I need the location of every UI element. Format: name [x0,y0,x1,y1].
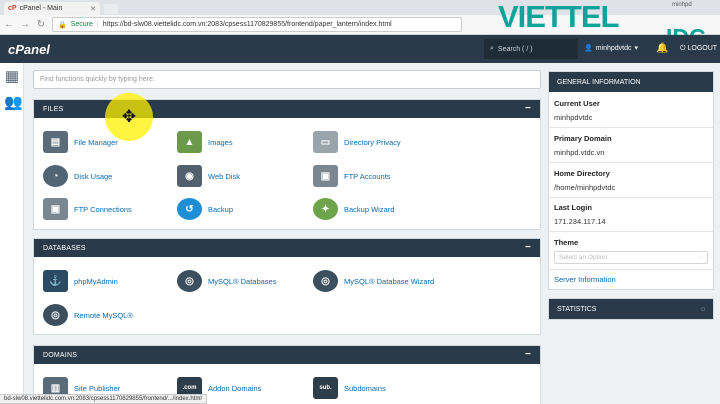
remote-database-icon: ◎ [43,304,68,326]
domains-title: DOMAINS [43,351,78,359]
ftp-truck-icon: ▣ [313,165,338,187]
home-grid-icon[interactable]: ▦ [4,69,20,85]
web-disk-icon: ◉ [177,165,202,187]
phpmyadmin-icon: ⚓ [43,270,68,292]
last-login-label: Last Login [554,203,592,212]
user-menu-button[interactable]: 👤 minhpdvtdc ▾ [584,44,639,53]
url-input[interactable]: 🔒 Secure | https://bd-slw08.viettelidc.c… [52,17,462,32]
statistics-title: STATISTICS [557,305,597,313]
user-icon: 👤 [584,45,593,52]
browser-tab[interactable]: cP cPanel - Main ✕ [4,2,100,15]
theme-label: Theme [554,238,579,247]
files-title: FILES [43,105,64,113]
quick-find-input[interactable]: Find functions quickly by typing here. [33,70,541,89]
file-manager-icon: ▤ [43,131,68,153]
divider [549,269,713,270]
divider [549,162,713,163]
reload-icon[interactable]: ↻ [36,19,46,30]
cpanel-favicon-icon: cP [8,5,17,12]
home-directory-label: Home Directory [554,169,610,178]
topbar-search-input[interactable]: ⌕ Search ( / ) [484,39,578,59]
disk-usage-link[interactable]: ◔ Disk Usage [43,165,112,187]
file-manager-link[interactable]: ▤ File Manager [43,131,118,153]
chevron-down-icon: ▾ [634,45,639,52]
directory-privacy-link[interactable]: ▭ Directory Privacy [313,131,401,153]
url-text: https://bd-slw08.viettelidc.com.vn:2083/… [102,21,392,28]
divider [549,127,713,128]
back-icon[interactable]: ← [4,19,14,30]
search-placeholder: Search ( / ) [497,45,533,53]
new-tab-button[interactable] [104,4,118,14]
left-icon-rail: ▦ 👥 [0,63,24,404]
theme-select-placeholder: Select an Option [559,254,608,261]
ftp-accounts-link[interactable]: ▣ FTP Accounts [313,165,391,187]
backup-wizard-icon: ✦ [313,198,338,220]
collapse-icon[interactable]: − [525,104,531,114]
close-tab-icon[interactable]: ✕ [90,5,96,13]
home-directory-value: /home/minhpdvtdc [554,183,616,192]
database-icon: ◎ [177,270,202,292]
phpmyadmin-link[interactable]: ⚓ phpMyAdmin [43,270,118,292]
notification-bell-icon[interactable]: 🔔 [656,43,668,54]
current-user-value: minhpdvtdc [554,113,593,122]
divider [549,231,713,232]
domains-panel-header[interactable]: DOMAINS − [34,346,540,364]
loading-spinner-icon: ◌ [700,305,705,313]
statistics-panel: STATISTICS ◌ [548,298,714,320]
general-information-header: GENERAL INFORMATION [549,72,713,92]
statistics-header: STATISTICS ◌ [549,299,713,319]
secure-label: Secure [70,21,93,28]
last-login-value: 171.234.117.14 [554,217,606,226]
primary-domain-label: Primary Domain [554,134,612,143]
cpanel-topbar: cPanel ⌕ Search ( / ) 👤 minhpdvtdc ▾ 🔔 ⏻… [0,35,720,63]
forward-icon[interactable]: → [20,19,30,30]
mysql-database-wizard-link[interactable]: ◎ MySQL® Database Wizard [313,270,434,292]
primary-domain-value: minhpd.vtdc.vn [554,148,605,157]
move-cursor-icon: ✥ [105,93,153,141]
subdomains-icon: sub. [313,377,338,399]
quick-find-placeholder: Find functions quickly by typing here. [40,76,155,83]
databases-panel-header[interactable]: DATABASES − [34,239,540,257]
collapse-icon[interactable]: − [525,350,531,360]
current-user-label: Current User [554,99,600,108]
collapse-icon[interactable]: − [525,243,531,253]
user-name: minhpdvtdc [595,44,632,52]
divider [549,197,713,198]
ftp-connections-link[interactable]: ▣ FTP Connections [43,198,132,220]
browser-status-bar: bd-slw08.viettelidc.com.vn:2083/cpsess11… [0,394,207,404]
cpanel-logo[interactable]: cPanel [8,42,50,57]
logout-button[interactable]: ⏻ LOGOUT [680,45,717,53]
disk-usage-icon: ◔ [43,165,68,187]
users-icon[interactable]: 👥 [4,95,23,111]
mysql-databases-link[interactable]: ◎ MySQL® Databases [177,270,276,292]
lock-icon: 🔒 [58,21,67,29]
backup-link[interactable]: ↺ Backup [177,198,233,220]
web-disk-link[interactable]: ◉ Web Disk [177,165,240,187]
database-wizard-icon: ◎ [313,270,338,292]
brand-line1: VIETTEL [498,0,619,34]
general-information-panel: GENERAL INFORMATION Current User minhpdv… [548,71,714,290]
images-icon: ▲ [177,131,202,153]
databases-panel: DATABASES − ⚓ phpMyAdmin ◎ MySQL® Databa… [33,238,541,335]
backup-icon: ↺ [177,198,202,220]
ftp-connections-icon: ▣ [43,198,68,220]
backup-wizard-link[interactable]: ✦ Backup Wizard [313,198,394,220]
server-information-link[interactable]: Server Information [554,275,616,284]
images-link[interactable]: ▲ Images [177,131,233,153]
folder-lock-icon: ▭ [313,131,338,153]
search-icon: ⌕ [490,45,494,52]
databases-title: DATABASES [43,244,86,252]
tab-title: cPanel - Main [19,5,63,12]
subdomains-link[interactable]: sub. Subdomains [313,377,386,399]
spinner-icon: ◌ [699,254,703,261]
theme-select[interactable]: Select an Option ◌ [554,251,708,264]
remote-mysql-link[interactable]: ◎ Remote MySQL® [43,304,133,326]
